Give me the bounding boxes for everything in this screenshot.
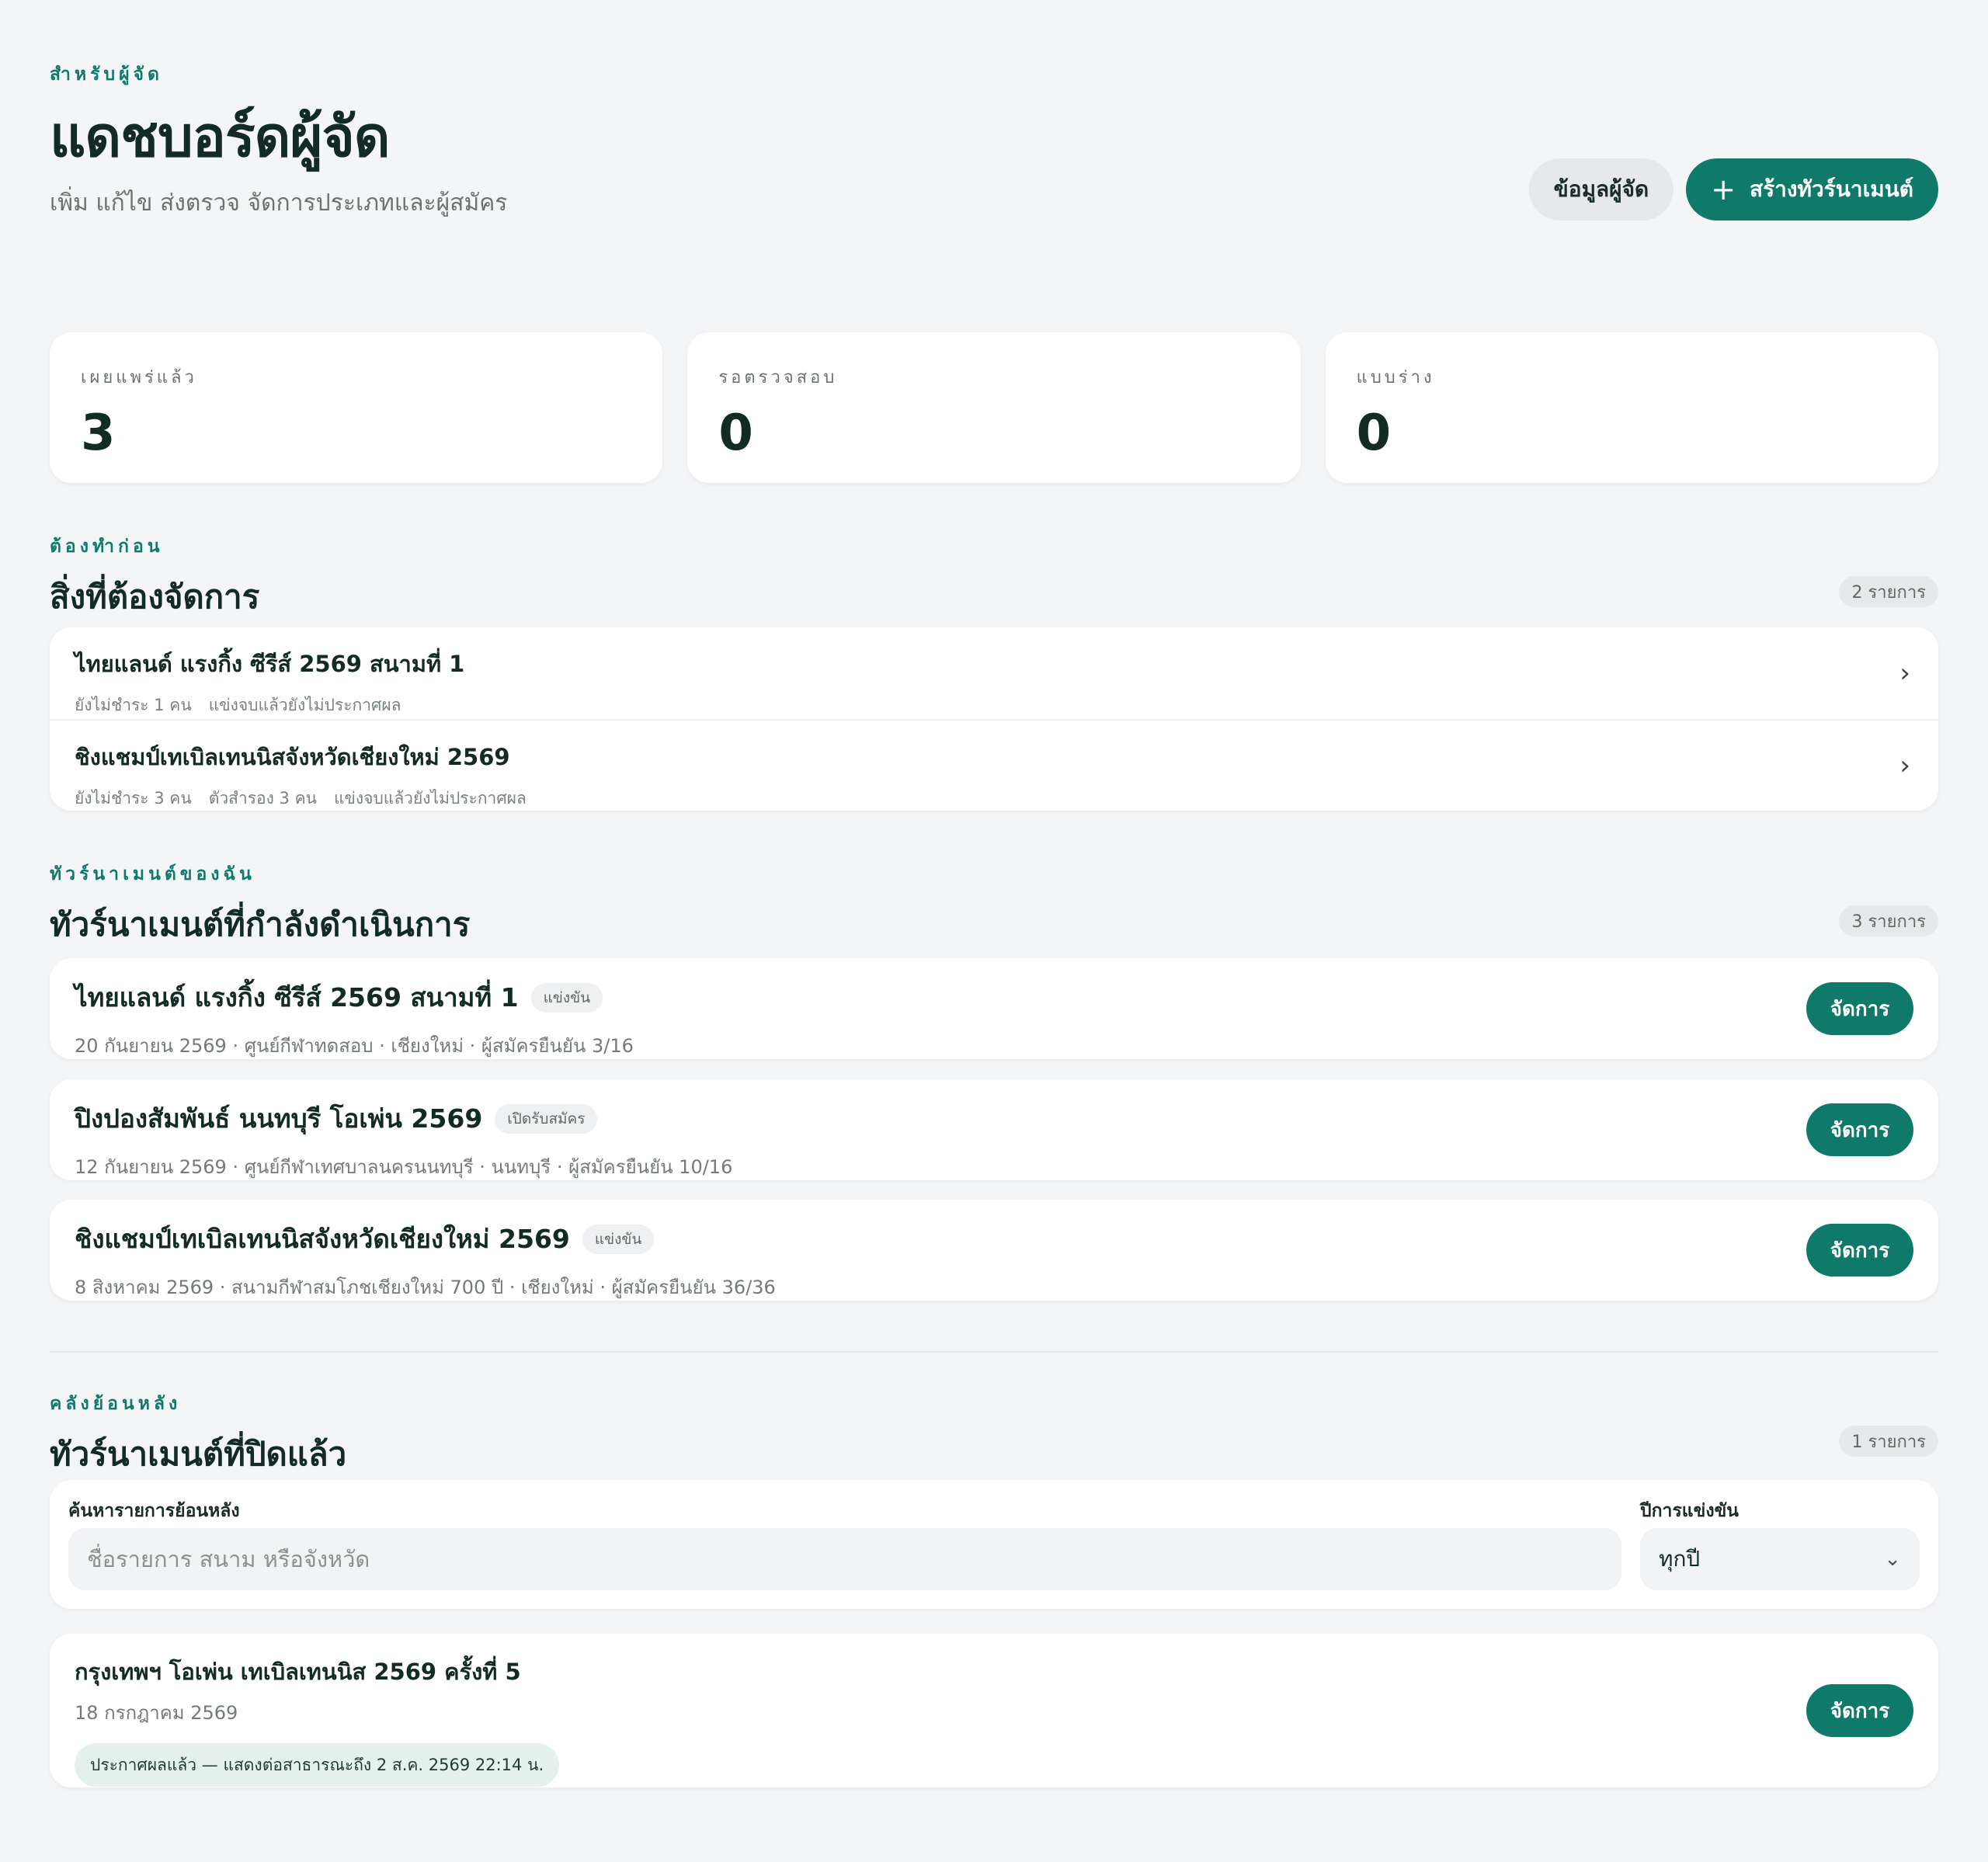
todo-meta-tag: ยังไม่ชำระ 1 คน [75, 696, 192, 714]
todo-count-badge: 2 รายการ [1839, 576, 1938, 607]
tournament-card: ปิงปองสัมพันธ์ นนทบุรี โอเพ่น 2569 เปิดร… [50, 1079, 1938, 1180]
active-section-header: ทัวร์นาเมนต์ของฉัน ทัวร์นาเมนต์ที่กำลังด… [50, 860, 1938, 950]
page-subtitle: เพิ่ม แก้ไข ส่งตรวจ จัดการประเภทและผู้สม… [50, 189, 508, 217]
page-title: แดชบอร์ดผู้จัด [50, 104, 391, 169]
tournament-card: ไทยแลนด์ แรงกิ้ง ซีรีส์ 2569 สนามที่ 1 แ… [50, 958, 1938, 1059]
todo-item[interactable]: ชิงแชมป์เทเบิลเทนนิสจังหวัดเชียงใหม่ 256… [50, 719, 1938, 811]
create-tournament-label: สร้างทัวร์นาเมนต์ [1750, 176, 1913, 202]
tournament-meta: 20 กันยายน 2569 · ศูนย์กีฬาทดสอบ · เชียง… [75, 1035, 634, 1057]
archive-title: ทัวร์นาเมนต์ที่ปิดแล้ว [50, 1435, 347, 1473]
manage-button[interactable]: จัดการ [1806, 1224, 1913, 1277]
header-eyebrow: สำหรับผู้จัด [50, 64, 163, 85]
results-notice: ประกาศผลแล้ว — แสดงต่อสาธารณะถึง 2 ส.ค. … [75, 1743, 560, 1787]
archive-eyebrow: คลังย้อนหลัง [50, 1394, 182, 1414]
todo-meta-tag: แข่งจบแล้วยังไม่ประกาศผล [208, 696, 401, 714]
organizer-info-button[interactable]: ข้อมูลผู้จัด [1528, 158, 1674, 221]
active-title: ทัวร์นาเมนต์ที่กำลังดำเนินการ [50, 905, 471, 943]
stat-card-draft: แบบร่าง 0 [1325, 332, 1938, 483]
chevron-down-icon: ⌄ [1884, 1548, 1901, 1571]
stat-value: 3 [81, 405, 116, 462]
year-filter-value: ทุกปี [1659, 1546, 1701, 1572]
chevron-right-icon: › [1899, 658, 1910, 689]
todo-meta-tag: ตัวสำรอง 3 คน [208, 789, 317, 808]
stat-card-pending: รอตรวจสอบ 0 [687, 332, 1301, 483]
archive-search-panel: ค้นหารายการย้อนหลัง ปีการแข่งขัน ทุกปี ⌄ [50, 1480, 1938, 1609]
closed-tournament-title: กรุงเทพฯ โอเพ่น เทเบิลเทนนิส 2569 ครั้งท… [75, 1659, 521, 1685]
active-count-badge: 3 รายการ [1839, 905, 1938, 936]
stat-label: เผยแพร่แล้ว [81, 368, 197, 387]
stat-label: รอตรวจสอบ [718, 368, 838, 387]
archive-count-badge: 1 รายการ [1839, 1426, 1938, 1457]
todo-meta-tag: ยังไม่ชำระ 3 คน [75, 789, 192, 808]
active-eyebrow: ทัวร์นาเมนต์ของฉัน [50, 864, 255, 884]
stat-value: 0 [1356, 405, 1392, 462]
todo-title: สิ่งที่ต้องจัดการ [50, 578, 260, 616]
tournament-title: ไทยแลนด์ แรงกิ้ง ซีรีส์ 2569 สนามที่ 1 [75, 982, 519, 1013]
todo-item[interactable]: ไทยแลนด์ แรงกิ้ง ซีรีส์ 2569 สนามที่ 1 ย… [50, 627, 1938, 719]
section-divider [50, 1351, 1938, 1353]
status-badge: เปิดรับสมัคร [495, 1103, 598, 1134]
tournament-card: ชิงแชมป์เทเบิลเทนนิสจังหวัดเชียงใหม่ 256… [50, 1200, 1938, 1301]
todo-item-title: ไทยแลนด์ แรงกิ้ง ซีรีส์ 2569 สนามที่ 1 [75, 651, 465, 677]
todo-item-title: ชิงแชมป์เทเบิลเทนนิสจังหวัดเชียงใหม่ 256… [75, 744, 510, 770]
archive-search-input[interactable] [68, 1528, 1621, 1590]
year-filter-label: ปีการแข่งขัน [1640, 1501, 1740, 1521]
stats-row: เผยแพร่แล้ว 3 รอตรวจสอบ 0 แบบร่าง 0 [50, 332, 1938, 483]
todo-item-meta: ยังไม่ชำระ 3 คน ตัวสำรอง 3 คน แข่งจบแล้ว… [75, 786, 1913, 811]
status-badge: แข่งขัน [582, 1224, 655, 1254]
todo-section-header: ต้องทำก่อน สิ่งที่ต้องจัดการ 2 รายการ [50, 533, 1938, 623]
status-badge: แข่งขัน [530, 982, 603, 1013]
create-tournament-button[interactable]: + สร้างทัวร์นาเมนต์ [1686, 158, 1938, 221]
todo-list: ไทยแลนด์ แรงกิ้ง ซีรีส์ 2569 สนามที่ 1 ย… [50, 627, 1938, 811]
todo-eyebrow: ต้องทำก่อน [50, 537, 164, 557]
tournament-title: ปิงปองสัมพันธ์ นนทบุรี โอเพ่น 2569 [75, 1103, 483, 1134]
stat-card-published: เผยแพร่แล้ว 3 [50, 332, 663, 483]
header-actions: ข้อมูลผู้จัด + สร้างทัวร์นาเมนต์ [1528, 158, 1938, 221]
tournament-title: ชิงแชมป์เทเบิลเทนนิสจังหวัดเชียงใหม่ 256… [75, 1224, 570, 1254]
chevron-right-icon: › [1899, 750, 1910, 781]
manage-button[interactable]: จัดการ [1806, 1103, 1913, 1156]
todo-meta-tag: แข่งจบแล้วยังไม่ประกาศผล [334, 789, 527, 808]
stat-value: 0 [718, 405, 753, 462]
manage-button[interactable]: จัดการ [1806, 982, 1913, 1035]
plus-icon: + [1711, 172, 1736, 207]
tournament-meta: 12 กันยายน 2569 · ศูนย์กีฬาเทศบาลนครนนทบ… [75, 1156, 733, 1178]
archive-section-header: คลังย้อนหลัง ทัวร์นาเมนต์ที่ปิดแล้ว 1 รา… [50, 1390, 1938, 1480]
tournament-meta: 8 สิงหาคม 2569 · สนามกีฬาสมโภชเชียงใหม่ … [75, 1277, 776, 1298]
closed-tournament-date: 18 กรกฎาคม 2569 [75, 1702, 238, 1724]
todo-item-meta: ยังไม่ชำระ 1 คน แข่งจบแล้วยังไม่ประกาศผล [75, 693, 1913, 718]
year-filter-select[interactable]: ทุกปี ⌄ [1640, 1528, 1920, 1590]
closed-tournament-card: กรุงเทพฯ โอเพ่น เทเบิลเทนนิส 2569 ครั้งท… [50, 1634, 1938, 1787]
stat-label: แบบร่าง [1356, 368, 1435, 387]
manage-button[interactable]: จัดการ [1806, 1684, 1913, 1737]
